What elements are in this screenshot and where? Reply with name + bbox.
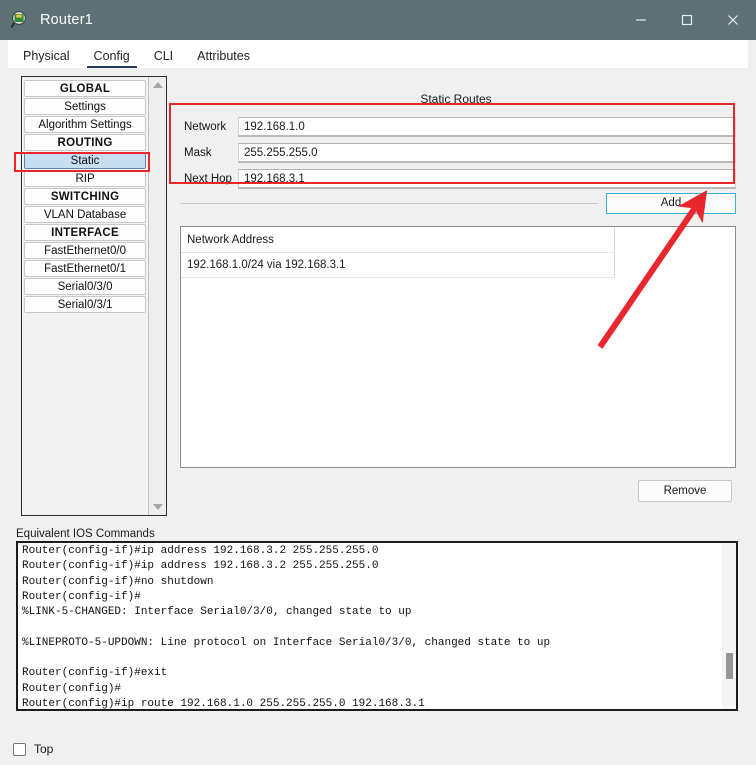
static-routes-form: Network Mask Next Hop [180, 116, 736, 194]
sidebar-item-serial0-3-0[interactable]: Serial0/3/0 [24, 278, 147, 295]
mask-label: Mask [184, 147, 212, 159]
console-scroll-thumb[interactable] [726, 653, 733, 679]
top-checkbox-label: Top [34, 742, 54, 756]
console-scrollbar[interactable] [722, 543, 736, 709]
next-hop-row: Next Hop [180, 168, 736, 190]
router-magnifier-icon [10, 10, 30, 30]
footer-bar: Top [0, 733, 756, 765]
router-config-window: Router1 Physical Config CLI Attributes G… [0, 0, 756, 765]
sidebar-item-algorithm-settings[interactable]: Algorithm Settings [24, 116, 147, 133]
tab-physical[interactable]: Physical [14, 47, 79, 68]
sidebar-item-static[interactable]: Static [24, 152, 147, 169]
config-sidebar: GLOBAL Settings Algorithm Settings ROUTI… [21, 76, 167, 516]
window-controls [618, 0, 756, 40]
add-button[interactable]: Add [606, 192, 736, 214]
ios-commands-text: Router(config-if)#ip address 192.168.3.2… [22, 545, 551, 710]
top-checkbox[interactable] [13, 742, 26, 756]
network-row: Network [180, 116, 736, 138]
sidebar-item-serial0-3-1[interactable]: Serial0/3/1 [24, 296, 147, 313]
network-label: Network [184, 121, 227, 133]
panel-title: Static Routes [420, 92, 492, 106]
network-input[interactable] [238, 117, 736, 137]
tab-config[interactable]: Config [85, 47, 139, 68]
sidebar-item-rip[interactable]: RIP [24, 170, 147, 187]
sidebar-item-global[interactable]: GLOBAL [24, 80, 147, 97]
title-bar: Router1 [0, 0, 756, 40]
maximize-icon[interactable] [664, 0, 710, 40]
ios-commands-console[interactable]: Router(config-if)#ip address 192.168.3.2… [16, 541, 738, 711]
sidebar-item-settings[interactable]: Settings [24, 98, 147, 115]
sidebar-item-vlan-database[interactable]: VLAN Database [24, 206, 147, 223]
ios-commands-label: Equivalent IOS Commands [16, 528, 155, 540]
triangle-up-icon[interactable] [149, 77, 166, 93]
sidebar-list: GLOBAL Settings Algorithm Settings ROUTI… [22, 77, 148, 515]
tab-cli[interactable]: CLI [145, 47, 182, 68]
list-item[interactable]: 192.168.1.0/24 via 192.168.3.1 [181, 253, 615, 278]
static-routes-pane: Static Routes Network Mask Next Hop Add [176, 76, 736, 516]
sidebar-scrollbar[interactable] [148, 77, 166, 515]
sidebar-item-interface[interactable]: INTERFACE [24, 224, 147, 241]
tab-bar: Physical Config CLI Attributes [8, 40, 748, 68]
routes-list[interactable]: Network Address 192.168.1.0/24 via 192.1… [180, 226, 736, 468]
next-hop-input[interactable] [238, 169, 736, 189]
mask-input[interactable] [238, 143, 736, 163]
routes-list-header: Network Address [181, 227, 615, 253]
sidebar-item-switching[interactable]: SWITCHING [24, 188, 147, 205]
tab-attributes[interactable]: Attributes [188, 47, 259, 68]
next-hop-label: Next Hop [184, 173, 232, 185]
config-content: GLOBAL Settings Algorithm Settings ROUTI… [8, 68, 748, 758]
close-icon[interactable] [710, 0, 756, 40]
add-row: Add [180, 192, 736, 214]
window-title: Router1 [40, 12, 93, 28]
sidebar-item-fastethernet0-1[interactable]: FastEthernet0/1 [24, 260, 147, 277]
sidebar-item-routing[interactable]: ROUTING [24, 134, 147, 151]
sidebar-item-fastethernet0-0[interactable]: FastEthernet0/0 [24, 242, 147, 259]
divider [180, 202, 598, 204]
minimize-icon[interactable] [618, 0, 664, 40]
mask-row: Mask [180, 142, 736, 164]
remove-button[interactable]: Remove [638, 480, 732, 502]
triangle-down-icon[interactable] [149, 499, 166, 515]
